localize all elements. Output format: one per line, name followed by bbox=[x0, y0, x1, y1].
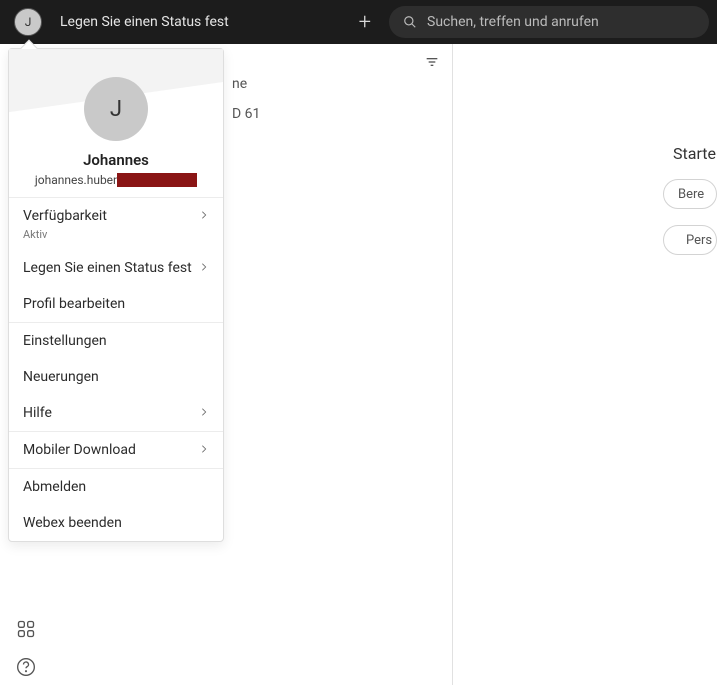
filter-button[interactable] bbox=[424, 54, 440, 74]
search-icon bbox=[403, 15, 417, 29]
menu-item-signout[interactable]: Abmelden bbox=[9, 469, 223, 505]
pill-button-2[interactable]: Pers bbox=[663, 225, 717, 255]
menu-label: Neuerungen bbox=[23, 369, 99, 385]
avatar-initial: J bbox=[25, 15, 32, 29]
set-status-link[interactable]: Legen Sie einen Status fest bbox=[60, 14, 229, 30]
menu-label: Abmelden bbox=[23, 479, 86, 495]
availability-status: Aktiv bbox=[23, 228, 47, 241]
chevron-right-icon bbox=[199, 260, 209, 276]
email-redacted bbox=[117, 173, 197, 187]
right-heading: Starten S bbox=[673, 144, 717, 163]
filter-icon bbox=[424, 54, 440, 70]
menu-item-mobile-download[interactable]: Mobiler Download bbox=[9, 432, 223, 468]
chevron-right-icon bbox=[199, 442, 209, 458]
menu-item-quit[interactable]: Webex beenden bbox=[9, 505, 223, 541]
right-pane: Starten S Bere Pers bbox=[453, 44, 717, 685]
menu-label: Webex beenden bbox=[23, 515, 122, 531]
email-prefix: johannes.huber bbox=[35, 173, 117, 187]
chevron-right-icon bbox=[199, 405, 209, 421]
avatar-large-initial: J bbox=[110, 97, 122, 122]
user-email: johannes.huber bbox=[35, 173, 197, 187]
menu-item-edit-profile[interactable]: Profil bearbeiten bbox=[9, 286, 223, 322]
partial-text-1: ne bbox=[232, 76, 452, 92]
username: Johannes bbox=[83, 151, 149, 169]
menu-header: J Johannes johannes.huber bbox=[9, 49, 223, 198]
partial-text-2: D 61 bbox=[232, 106, 452, 122]
menu-label: Mobiler Download bbox=[23, 442, 136, 458]
menu-item-availability[interactable]: Verfügbarkeit Aktiv bbox=[9, 198, 223, 250]
pill-button-1[interactable]: Bere bbox=[663, 179, 717, 209]
search-placeholder: Suchen, treffen und anrufen bbox=[427, 14, 599, 30]
plus-button[interactable]: + bbox=[359, 10, 371, 35]
chevron-right-icon bbox=[199, 208, 209, 224]
avatar-button[interactable]: J bbox=[14, 8, 42, 36]
profile-menu: J Johannes johannes.huber Verfügbarkeit … bbox=[8, 48, 224, 542]
menu-label: Hilfe bbox=[23, 405, 52, 421]
menu-label: Verfügbarkeit bbox=[23, 208, 107, 224]
top-bar: J Legen Sie einen Status fest + Suchen, … bbox=[0, 0, 717, 44]
pill-label-1: Bere bbox=[678, 187, 704, 202]
menu-item-set-status[interactable]: Legen Sie einen Status fest bbox=[9, 250, 223, 286]
avatar-large[interactable]: J bbox=[84, 77, 148, 141]
help-icon[interactable] bbox=[16, 657, 36, 677]
menu-item-help[interactable]: Hilfe bbox=[9, 395, 223, 431]
pill-label-2: Pers bbox=[686, 233, 712, 248]
menu-item-whatsnew[interactable]: Neuerungen bbox=[9, 359, 223, 395]
apps-icon[interactable] bbox=[16, 619, 36, 639]
menu-label: Einstellungen bbox=[23, 333, 107, 349]
search-input[interactable]: Suchen, treffen und anrufen bbox=[389, 6, 709, 38]
menu-label: Profil bearbeiten bbox=[23, 296, 125, 312]
menu-label: Legen Sie einen Status fest bbox=[23, 260, 192, 276]
menu-item-settings[interactable]: Einstellungen bbox=[9, 323, 223, 359]
